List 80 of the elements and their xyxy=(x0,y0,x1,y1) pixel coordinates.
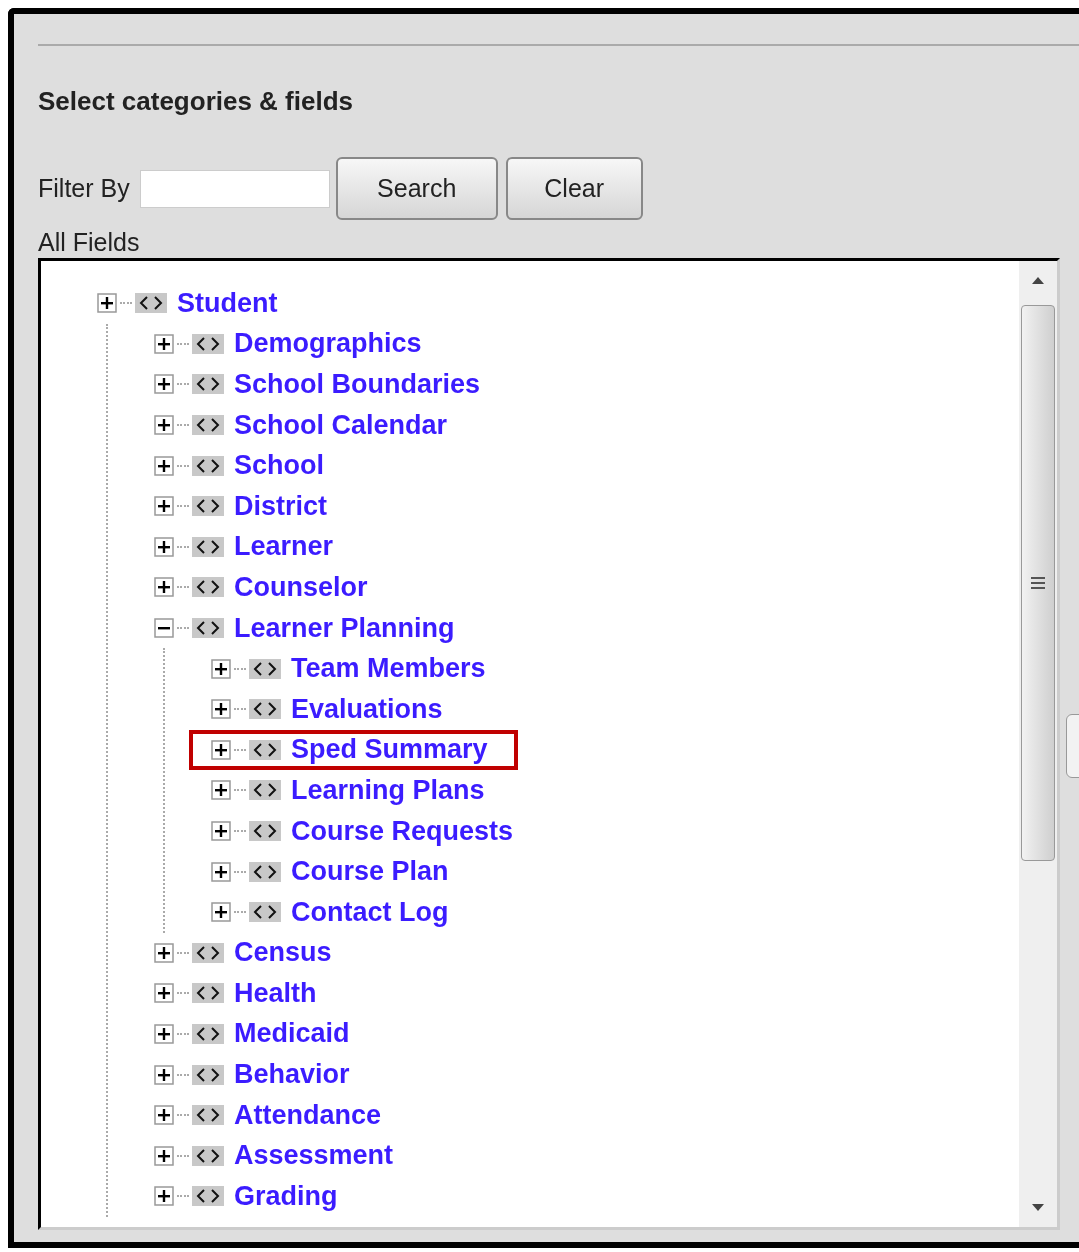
expand-icon[interactable] xyxy=(154,942,174,963)
tree-item-label[interactable]: Census xyxy=(234,939,332,967)
expand-icon[interactable] xyxy=(154,1105,174,1126)
grip-icon xyxy=(1030,576,1046,590)
tree-item-label[interactable]: Medicaid xyxy=(234,1020,350,1048)
tag-icon xyxy=(192,1145,224,1166)
tag-icon xyxy=(192,1186,224,1207)
scroll-down-icon[interactable] xyxy=(1030,1203,1046,1213)
tree-item-label[interactable]: Learning Plans xyxy=(291,776,485,804)
scroll-up-icon[interactable] xyxy=(1030,275,1046,285)
tag-icon xyxy=(249,699,281,720)
tree-item-label[interactable]: Evaluations xyxy=(291,695,443,723)
tree-item-label[interactable]: Course Plan xyxy=(291,858,449,886)
section-heading: Select categories & fields xyxy=(38,85,355,118)
tree-item-label[interactable]: Behavior xyxy=(234,1061,350,1089)
tag-icon xyxy=(249,658,281,679)
expand-icon[interactable] xyxy=(154,536,174,557)
tag-icon xyxy=(192,415,224,436)
tag-icon xyxy=(192,374,224,395)
tag-icon xyxy=(192,1064,224,1085)
expand-icon[interactable] xyxy=(211,861,231,882)
expand-icon[interactable] xyxy=(97,293,117,314)
tree-item-label[interactable]: District xyxy=(234,492,328,520)
search-button[interactable]: Search xyxy=(335,157,498,220)
expand-icon[interactable] xyxy=(154,415,174,436)
tree-item-label[interactable]: Counselor xyxy=(234,573,368,601)
tag-icon xyxy=(192,536,224,557)
expand-icon[interactable] xyxy=(211,902,231,923)
tag-icon xyxy=(192,333,224,354)
expand-icon[interactable] xyxy=(154,1024,174,1044)
filter-label: Filter By xyxy=(38,172,130,204)
tree-item-label[interactable]: Course Requests xyxy=(291,817,514,845)
expand-icon[interactable] xyxy=(154,496,174,517)
scrollbar[interactable] xyxy=(1019,261,1057,1227)
tree-item-label[interactable]: Health xyxy=(234,979,317,1007)
tag-icon xyxy=(192,1105,224,1126)
expand-icon[interactable] xyxy=(211,821,231,841)
tree-item-label[interactable]: Demographics xyxy=(234,330,422,358)
expand-icon[interactable] xyxy=(211,658,231,679)
expand-icon[interactable] xyxy=(211,699,231,720)
expand-icon[interactable] xyxy=(154,577,174,598)
expand-icon[interactable] xyxy=(154,374,174,395)
expand-icon[interactable] xyxy=(154,983,174,1004)
expand-icon[interactable] xyxy=(154,333,174,354)
collapse-icon[interactable] xyxy=(154,618,174,639)
tree-item-label[interactable]: Attendance xyxy=(234,1101,382,1129)
tag-icon xyxy=(135,293,167,314)
tree-item-label[interactable]: Learner Planning xyxy=(234,614,455,642)
tag-icon xyxy=(249,739,281,760)
tag-icon xyxy=(192,496,224,517)
scroll-thumb[interactable] xyxy=(1021,305,1055,861)
filter-field[interactable] xyxy=(139,169,330,208)
tree-item-label[interactable]: School Calendar xyxy=(234,411,448,439)
tag-icon xyxy=(249,902,281,923)
tree-label: All Fields xyxy=(38,227,141,258)
expand-icon[interactable] xyxy=(154,455,174,476)
expand-icon[interactable] xyxy=(154,1145,174,1166)
clear-button[interactable]: Clear xyxy=(505,157,643,220)
expand-icon[interactable] xyxy=(211,739,231,760)
tree-item-label[interactable]: School Boundaries xyxy=(234,371,481,398)
expand-icon[interactable] xyxy=(211,780,231,801)
tree-item-label[interactable]: Assessment xyxy=(234,1142,394,1170)
tag-icon xyxy=(192,577,224,598)
tag-icon xyxy=(249,780,281,801)
tree-item-label[interactable]: School xyxy=(234,452,324,480)
tag-icon xyxy=(249,821,281,841)
tag-icon xyxy=(249,861,281,882)
tree-item-label[interactable]: Grading xyxy=(234,1182,338,1210)
tree-item-label[interactable]: Student xyxy=(177,289,278,317)
tree-item-label[interactable]: Sped Summary xyxy=(291,736,488,764)
tree-item-label[interactable]: Learner xyxy=(234,533,334,561)
expand-icon[interactable] xyxy=(154,1186,174,1207)
tree-item-label[interactable]: Team Members xyxy=(291,655,486,683)
tree-item-label[interactable]: Contact Log xyxy=(291,898,449,926)
tag-icon xyxy=(192,983,224,1004)
tag-icon xyxy=(192,618,224,639)
tag-icon xyxy=(192,455,224,476)
tag-icon xyxy=(192,942,224,963)
expand-icon[interactable] xyxy=(154,1064,174,1085)
tag-icon xyxy=(192,1024,224,1044)
